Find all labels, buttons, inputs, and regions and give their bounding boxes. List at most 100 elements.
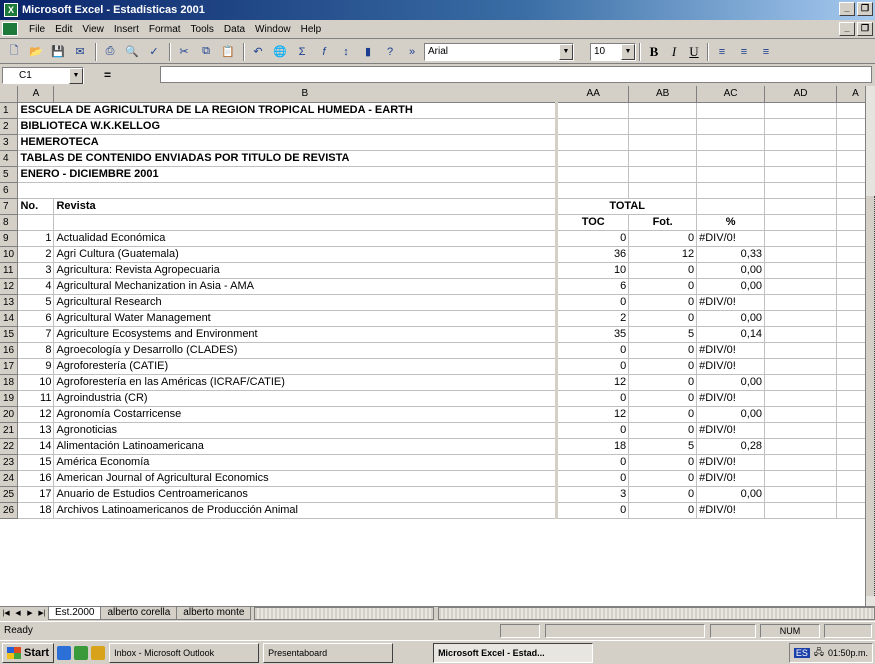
row-header[interactable]: 25 <box>0 486 19 503</box>
pct-cell[interactable]: 0,14 <box>696 326 766 343</box>
row-header[interactable]: 9 <box>0 230 19 247</box>
row-header[interactable]: 23 <box>0 454 19 471</box>
no-cell[interactable]: 5 <box>17 294 55 311</box>
row-header[interactable]: 17 <box>0 358 19 375</box>
copy-icon[interactable]: ⧉ <box>196 42 216 62</box>
no-cell[interactable]: 9 <box>17 358 55 375</box>
row-header[interactable]: 26 <box>0 502 19 519</box>
toc-cell[interactable]: 12 <box>556 374 630 391</box>
revista-cell[interactable]: Agriculture Ecosystems and Environment <box>53 326 559 343</box>
toc-cell[interactable]: 0 <box>556 230 630 247</box>
column-header-b[interactable]: B <box>53 86 559 103</box>
pct-cell[interactable]: 0,00 <box>696 262 766 279</box>
fot-cell[interactable]: 0 <box>628 502 698 519</box>
next-sheet-icon[interactable]: ▶ <box>24 607 36 620</box>
fot-cell[interactable]: 0 <box>628 358 698 375</box>
cell[interactable] <box>17 214 55 231</box>
outlook-icon[interactable] <box>91 645 106 660</box>
fot-cell[interactable]: 0 <box>628 310 698 327</box>
cut-icon[interactable]: ✂ <box>174 42 194 62</box>
cell[interactable] <box>556 134 630 151</box>
revista-cell[interactable]: Actualidad Económica <box>53 230 559 247</box>
cell[interactable] <box>764 166 837 183</box>
revista-cell[interactable]: Agroecología y Desarrollo (CLADES) <box>53 342 559 359</box>
cell[interactable] <box>628 150 698 167</box>
fot-header-cell[interactable]: Fot. <box>628 214 698 231</box>
no-cell[interactable]: 11 <box>17 390 55 407</box>
desktop-icon[interactable] <box>57 645 72 660</box>
cell[interactable] <box>764 134 837 151</box>
row-header[interactable]: 7 <box>0 198 19 215</box>
undo-icon[interactable]: ↶ <box>248 42 268 62</box>
row-header[interactable]: 21 <box>0 422 19 439</box>
column-header-aa[interactable]: AA <box>556 86 630 103</box>
fot-cell[interactable]: 0 <box>628 470 698 487</box>
cell[interactable] <box>764 502 837 519</box>
cell[interactable] <box>764 326 837 343</box>
row-header[interactable]: 20 <box>0 406 19 423</box>
revista-cell[interactable]: América Economía <box>53 454 559 471</box>
cell[interactable] <box>764 486 837 503</box>
chart-wizard-icon[interactable]: ▮ <box>358 42 378 62</box>
cell[interactable] <box>764 230 837 247</box>
workbook-icon[interactable] <box>2 22 18 36</box>
fot-cell[interactable]: 0 <box>628 454 698 471</box>
taskbar-excel[interactable]: Microsoft Excel - Estad... <box>433 642 594 663</box>
row-header[interactable]: 13 <box>0 294 19 311</box>
fot-cell[interactable]: 0 <box>628 422 698 439</box>
revista-cell[interactable]: Agricultural Mechanization in Asia - AMA <box>53 278 559 295</box>
row-header[interactable]: 3 <box>0 134 19 151</box>
row-header[interactable]: 16 <box>0 342 19 359</box>
revista-header-cell[interactable]: Revista <box>53 198 559 215</box>
no-cell[interactable]: 15 <box>17 454 55 471</box>
cell[interactable] <box>556 102 630 119</box>
menu-help[interactable]: Help <box>296 24 327 35</box>
toc-cell[interactable]: 0 <box>556 454 630 471</box>
formula-input[interactable] <box>160 66 872 83</box>
save-icon[interactable]: 💾 <box>48 42 68 62</box>
pct-cell[interactable]: 0,00 <box>696 374 766 391</box>
no-header-cell[interactable]: No. <box>17 198 55 215</box>
row-header[interactable]: 11 <box>0 262 19 279</box>
toc-cell[interactable]: 0 <box>556 294 630 311</box>
toc-cell[interactable]: 12 <box>556 406 630 423</box>
cell[interactable] <box>628 102 698 119</box>
row-header[interactable]: 18 <box>0 374 19 391</box>
pct-cell[interactable]: 0,00 <box>696 278 766 295</box>
menu-tools[interactable]: Tools <box>186 24 219 35</box>
cell[interactable] <box>764 294 837 311</box>
fot-cell[interactable]: 5 <box>628 326 698 343</box>
cell[interactable] <box>53 214 559 231</box>
row-header[interactable]: 22 <box>0 438 19 455</box>
cell[interactable] <box>764 470 837 487</box>
cell[interactable] <box>696 166 766 183</box>
sheet-tab-est2000[interactable]: Est.2000 <box>48 607 102 620</box>
pct-cell[interactable]: 0,33 <box>696 246 766 263</box>
cell[interactable] <box>764 182 837 199</box>
revista-cell[interactable]: Agroindustria (CR) <box>53 390 559 407</box>
horizontal-scrollbar-left[interactable] <box>254 607 435 620</box>
cell[interactable] <box>696 102 766 119</box>
sheet-tab-alberto-corella[interactable]: alberto corella <box>100 607 178 620</box>
no-cell[interactable]: 16 <box>17 470 55 487</box>
taskbar-outlook[interactable]: Inbox - Microsoft Outlook <box>109 642 260 663</box>
row-header[interactable]: 12 <box>0 278 19 295</box>
minimize-button[interactable]: _ <box>839 2 855 16</box>
row-header[interactable]: 5 <box>0 166 19 183</box>
row-header[interactable]: 8 <box>0 214 19 231</box>
network-icon[interactable]: 🖧 <box>814 645 824 661</box>
menu-insert[interactable]: Insert <box>109 24 144 35</box>
align-right-icon[interactable]: ≡ <box>756 42 776 62</box>
fot-cell[interactable]: 5 <box>628 438 698 455</box>
cell[interactable] <box>628 134 698 151</box>
fot-cell[interactable]: 0 <box>628 374 698 391</box>
toc-cell[interactable]: 0 <box>556 422 630 439</box>
no-cell[interactable]: 10 <box>17 374 55 391</box>
row-header[interactable]: 4 <box>0 150 19 167</box>
revista-cell[interactable]: Agroforestería en las Américas (ICRAF/CA… <box>53 374 559 391</box>
email-icon[interactable]: ✉ <box>70 42 90 62</box>
row-header[interactable]: 24 <box>0 470 19 487</box>
no-cell[interactable]: 14 <box>17 438 55 455</box>
toc-cell[interactable]: 0 <box>556 502 630 519</box>
chevron-down-icon[interactable]: ▼ <box>559 43 573 60</box>
